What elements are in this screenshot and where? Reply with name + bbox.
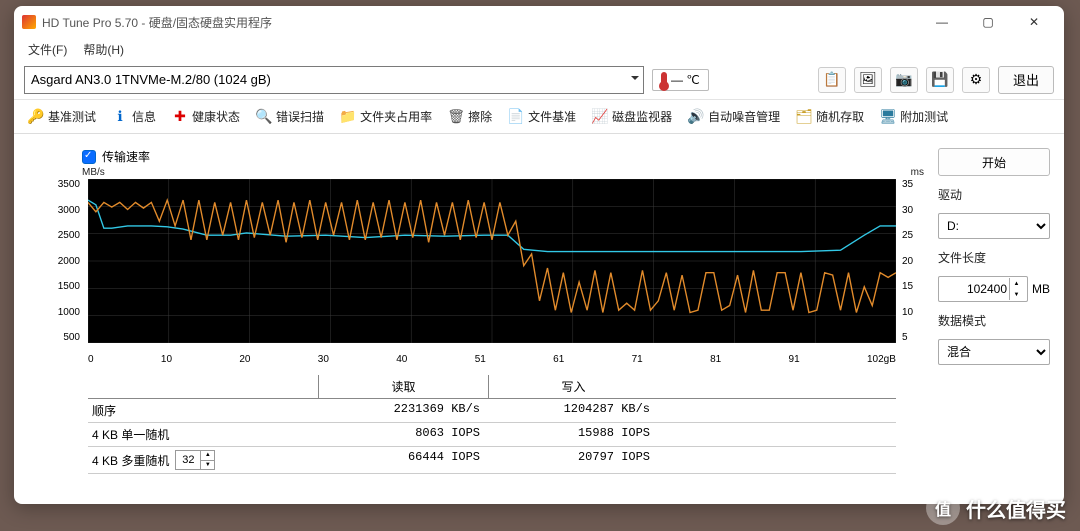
tab-icon: 🔑 bbox=[28, 109, 44, 125]
x-axis-ticks: 0102030405161718191102gB bbox=[88, 354, 896, 365]
table-row: 4 KB 多重随机▲▼66444 IOPS20797 IOPS bbox=[88, 447, 896, 474]
close-button[interactable]: ✕ bbox=[1012, 9, 1056, 35]
tab-4[interactable]: 📁文件夹占用率 bbox=[334, 105, 438, 128]
file-length-input[interactable]: 102400 ▲▼ bbox=[938, 276, 1028, 302]
app-window: HD Tune Pro 5.70 - 硬盘/固态硬盘实用程序 ― ▢ ✕ 文件(… bbox=[14, 6, 1064, 504]
file-length-unit: MB bbox=[1032, 282, 1050, 296]
screenshot-button[interactable]: 📷 bbox=[890, 67, 918, 93]
legend: 传输速率 bbox=[28, 144, 924, 167]
y-axis-left-ticks: 350030002500200015001000500 bbox=[28, 179, 84, 343]
tab-label: 擦除 bbox=[468, 108, 492, 125]
watermark: 值 什么值得买 bbox=[926, 491, 1066, 525]
col-read: 读取 bbox=[318, 375, 488, 398]
start-button[interactable]: 开始 bbox=[938, 148, 1050, 176]
tab-icon: 📄 bbox=[508, 109, 524, 125]
results-table: 读取 写入 顺序2231369 KB/s1204287 KB/s4 KB 单一随… bbox=[88, 375, 896, 474]
y-axis-left-label: MB/s bbox=[82, 167, 105, 178]
menu-file[interactable]: 文件(F) bbox=[22, 39, 73, 60]
tab-icon: 📁 bbox=[340, 109, 356, 125]
menu-help[interactable]: 帮助(H) bbox=[77, 39, 130, 60]
table-row: 顺序2231369 KB/s1204287 KB/s bbox=[88, 399, 896, 423]
tab-9[interactable]: 🗂随机存取 bbox=[790, 105, 870, 128]
tab-icon: 📈 bbox=[592, 109, 608, 125]
drive-letter-select[interactable]: D: bbox=[938, 213, 1050, 239]
multi-queue-spin[interactable]: ▲▼ bbox=[175, 450, 215, 470]
tab-icon: 🗑 bbox=[448, 109, 464, 125]
app-icon bbox=[22, 15, 36, 29]
exit-button[interactable]: 退出 bbox=[998, 66, 1054, 94]
chart-area: MB/s ms 350030002500200015001000500 3530… bbox=[28, 167, 924, 367]
data-mode-select[interactable]: 混合 bbox=[938, 339, 1050, 365]
maximize-button[interactable]: ▢ bbox=[966, 9, 1010, 35]
tab-label: 磁盘监视器 bbox=[612, 108, 672, 125]
spin-up-icon[interactable]: ▲ bbox=[1009, 278, 1023, 289]
thermometer-icon bbox=[661, 72, 667, 88]
tab-label: 附加测试 bbox=[900, 108, 948, 125]
minimize-button[interactable]: ― bbox=[920, 9, 964, 35]
drive-select[interactable]: Asgard AN3.0 1TNVMe-M.2/80 (1024 gB) bbox=[24, 66, 644, 94]
tab-label: 基准测试 bbox=[48, 108, 96, 125]
tab-label: 文件夹占用率 bbox=[360, 108, 432, 125]
toolbar: Asgard AN3.0 1TNVMe-M.2/80 (1024 gB) — ℃… bbox=[14, 60, 1064, 100]
tab-5[interactable]: 🗑擦除 bbox=[442, 105, 498, 128]
tabbar: 🔑基准测试ℹ信息✚健康状态🔍错误扫描📁文件夹占用率🗑擦除📄文件基准📈磁盘监视器🔊… bbox=[14, 100, 1064, 134]
tab-8[interactable]: 🔊自动噪音管理 bbox=[682, 105, 786, 128]
tab-label: 信息 bbox=[132, 108, 156, 125]
options-button[interactable]: ⚙ bbox=[962, 67, 990, 93]
tab-label: 自动噪音管理 bbox=[708, 108, 780, 125]
y-axis-right-ticks: 3530252015105 bbox=[898, 179, 924, 343]
side-panel: 开始 驱动 D: 文件长度 102400 ▲▼ MB 数据模式 混合 bbox=[938, 144, 1050, 494]
tab-10[interactable]: 🖥附加测试 bbox=[874, 105, 954, 128]
tab-3[interactable]: 🔍错误扫描 bbox=[250, 105, 330, 128]
tab-label: 随机存取 bbox=[816, 108, 864, 125]
tab-label: 健康状态 bbox=[192, 108, 240, 125]
drive-label: 驱动 bbox=[938, 186, 1050, 203]
legend-label: 传输速率 bbox=[102, 148, 150, 165]
col-write: 写入 bbox=[488, 375, 658, 398]
tab-icon: 🖥 bbox=[880, 109, 896, 125]
tab-1[interactable]: ℹ信息 bbox=[106, 105, 162, 128]
y-axis-right-label: ms bbox=[911, 167, 924, 178]
main-panel: 传输速率 MB/s ms 350030002500200015001000500… bbox=[28, 144, 924, 494]
tab-label: 文件基准 bbox=[528, 108, 576, 125]
temperature-display: — ℃ bbox=[652, 69, 709, 91]
benchmark-chart bbox=[88, 179, 896, 343]
copy-info-button[interactable]: 📋 bbox=[818, 67, 846, 93]
tab-label: 错误扫描 bbox=[276, 108, 324, 125]
menubar: 文件(F) 帮助(H) bbox=[14, 38, 1064, 60]
tab-2[interactable]: ✚健康状态 bbox=[166, 105, 246, 128]
data-mode-label: 数据模式 bbox=[938, 312, 1050, 329]
titlebar: HD Tune Pro 5.70 - 硬盘/固态硬盘实用程序 ― ▢ ✕ bbox=[14, 6, 1064, 38]
tab-icon: 🗂 bbox=[796, 109, 812, 125]
tab-6[interactable]: 📄文件基准 bbox=[502, 105, 582, 128]
tab-icon: 🔊 bbox=[688, 109, 704, 125]
file-length-label: 文件长度 bbox=[938, 249, 1050, 266]
tab-7[interactable]: 📈磁盘监视器 bbox=[586, 105, 678, 128]
table-row: 4 KB 单一随机8063 IOPS15988 IOPS bbox=[88, 423, 896, 447]
save-button[interactable]: 💾 bbox=[926, 67, 954, 93]
watermark-icon: 值 bbox=[926, 491, 960, 525]
tab-0[interactable]: 🔑基准测试 bbox=[22, 105, 102, 128]
copy-screenshot-button[interactable]: 🖼 bbox=[854, 67, 882, 93]
tab-icon: ✚ bbox=[172, 109, 188, 125]
transfer-rate-checkbox[interactable] bbox=[82, 150, 96, 164]
spin-down-icon[interactable]: ▼ bbox=[1009, 289, 1023, 300]
tab-icon: 🔍 bbox=[256, 109, 272, 125]
window-title: HD Tune Pro 5.70 - 硬盘/固态硬盘实用程序 bbox=[42, 14, 920, 31]
tab-icon: ℹ bbox=[112, 109, 128, 125]
